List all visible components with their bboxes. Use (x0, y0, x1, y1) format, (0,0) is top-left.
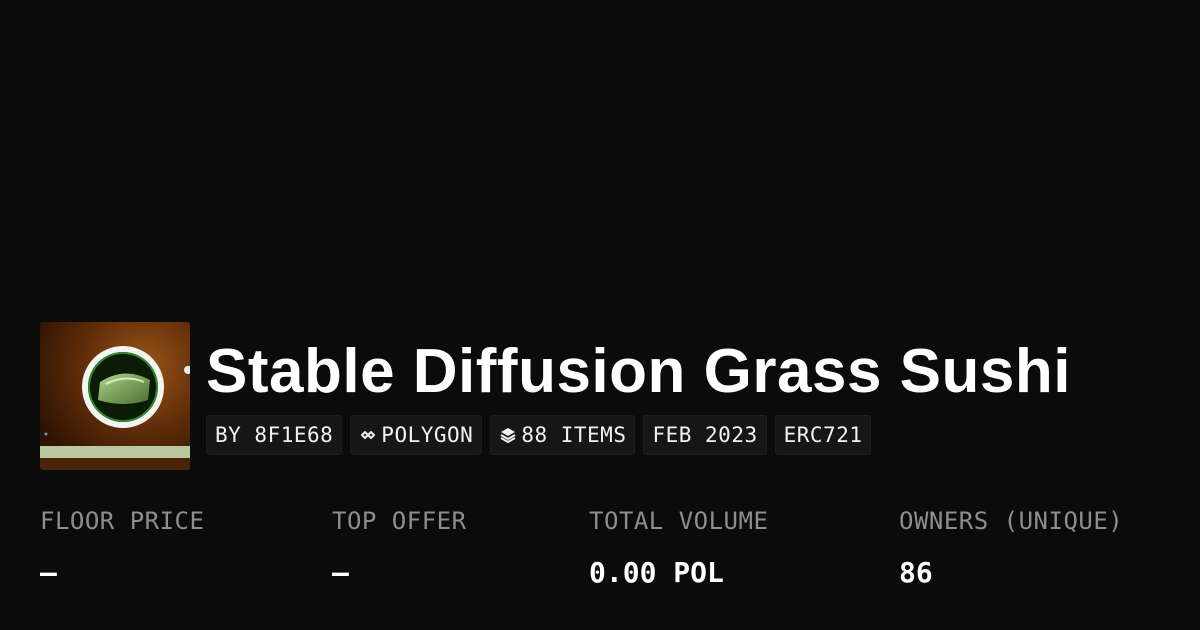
top-offer-value: – (332, 556, 349, 589)
creator-tag-label: BY 8F1E68 (215, 423, 334, 447)
floor-price-value: – (40, 556, 57, 589)
floor-price-label: FLOOR PRICE (40, 507, 205, 535)
top-offer-stat: TOP OFFER – (332, 503, 467, 591)
total-volume-stat: TOTAL VOLUME 0.00 POL (589, 503, 768, 591)
chain-tag-label: POLYGON (381, 423, 474, 447)
items-tag[interactable]: 88 ITEMS (490, 415, 636, 455)
chain-link-icon (359, 426, 377, 444)
sushi-plate-image (40, 322, 190, 470)
collection-tags: BY 8F1E68 POLYGON 88 ITEMS FEB 2023 ERC7… (206, 415, 872, 455)
standard-tag: ERC721 (774, 415, 872, 455)
date-tag: FEB 2023 (643, 415, 767, 455)
owners-stat: OWNERS (UNIQUE) 86 (899, 503, 1123, 591)
top-offer-label: TOP OFFER (332, 507, 467, 535)
creator-tag[interactable]: BY 8F1E68 (206, 415, 343, 455)
total-volume-label: TOTAL VOLUME (589, 507, 769, 535)
owners-value: 86 (899, 556, 933, 589)
chain-tag[interactable]: POLYGON (350, 415, 483, 455)
total-volume-value: 0.00 POL (589, 556, 724, 589)
standard-tag-label: ERC721 (783, 423, 863, 447)
floor-price-stat: FLOOR PRICE – (40, 503, 204, 591)
layers-icon (499, 426, 517, 444)
collection-thumbnail (40, 322, 190, 470)
owners-label: OWNERS (UNIQUE) (899, 507, 1124, 535)
collection-stats: FLOOR PRICE – TOP OFFER – TOTAL VOLUME 0… (0, 503, 1200, 603)
items-tag-label: 88 ITEMS (521, 423, 627, 447)
date-tag-label: FEB 2023 (652, 423, 758, 447)
collection-title: Stable Diffusion Grass Sushi (206, 337, 1071, 406)
